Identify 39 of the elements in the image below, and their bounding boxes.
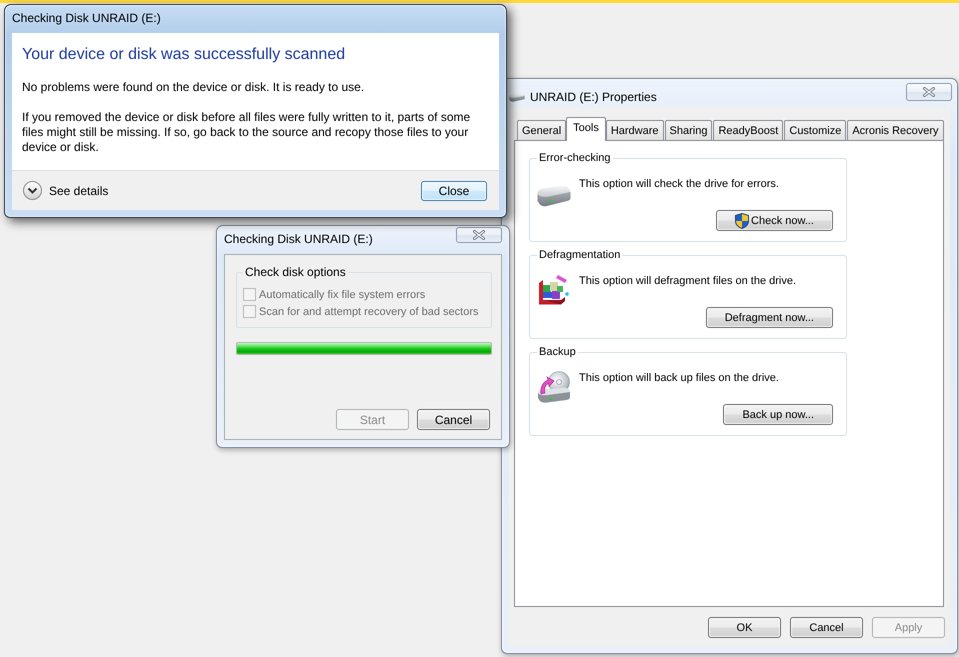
option-description: This option will back up files on the drive.	[579, 371, 780, 385]
checkbox-label: Scan for and attempt recovery of bad sectors	[259, 304, 479, 318]
group-title: Defragmentation	[538, 249, 622, 262]
checkbox-label: Automatically fix file system errors	[259, 288, 426, 302]
drive-disc-arrow-icon	[537, 371, 571, 403]
tab[interactable]: ReadyBoost	[713, 120, 784, 140]
window-title: Checking Disk UNRAID (E:)	[12, 10, 161, 26]
dialog-button[interactable]: Cancel	[417, 409, 490, 430]
option-description: This option will defragment files on the drive.	[579, 274, 798, 288]
group-title: Error-checking	[538, 152, 612, 165]
shield-icon	[735, 212, 750, 228]
window-title: Checking Disk UNRAID (E:)	[224, 231, 373, 247]
window-title: UNRAID (E:) Properties	[530, 89, 657, 105]
group-title: Backup	[538, 346, 577, 359]
close-button[interactable]	[906, 83, 952, 101]
tab[interactable]: Acronis Recovery	[847, 120, 944, 140]
dialog-button[interactable]: Cancel	[790, 617, 863, 638]
dialog-button[interactable]: OK	[708, 617, 781, 638]
tab[interactable]: Sharing	[664, 120, 712, 140]
details-toggle[interactable]: See details	[23, 181, 108, 200]
tab[interactable]: General	[517, 120, 566, 140]
close-icon	[923, 87, 935, 97]
action-button[interactable]: Check now...	[716, 210, 833, 231]
option-description: This option will check the drive for errors.	[579, 177, 780, 191]
colored-blocks-icon	[538, 274, 570, 305]
message-text: No problems were found on the device or disk. It is ready to use.	[22, 80, 366, 95]
close-button[interactable]	[456, 227, 502, 243]
message-text: If you removed the device or disk before all files were fully written to it, parts of some files might still be missing. If so, go back to the source and recopy those files to your device or disk.	[22, 110, 472, 155]
action-button[interactable]: Back up now...	[723, 404, 833, 425]
close-icon	[473, 230, 485, 240]
group-title: Check disk options	[244, 265, 347, 279]
hard-drive-icon	[537, 185, 571, 207]
message-heading: Your device or disk was successfully scanned	[22, 45, 346, 65]
tab[interactable]: Hardware	[606, 120, 664, 140]
close-button[interactable]: Close	[421, 180, 487, 200]
tab[interactable]: Tools	[566, 117, 606, 141]
tab[interactable]: Customize	[784, 120, 846, 140]
drive-icon	[509, 93, 525, 102]
action-button[interactable]: Defragment now...	[706, 307, 833, 328]
